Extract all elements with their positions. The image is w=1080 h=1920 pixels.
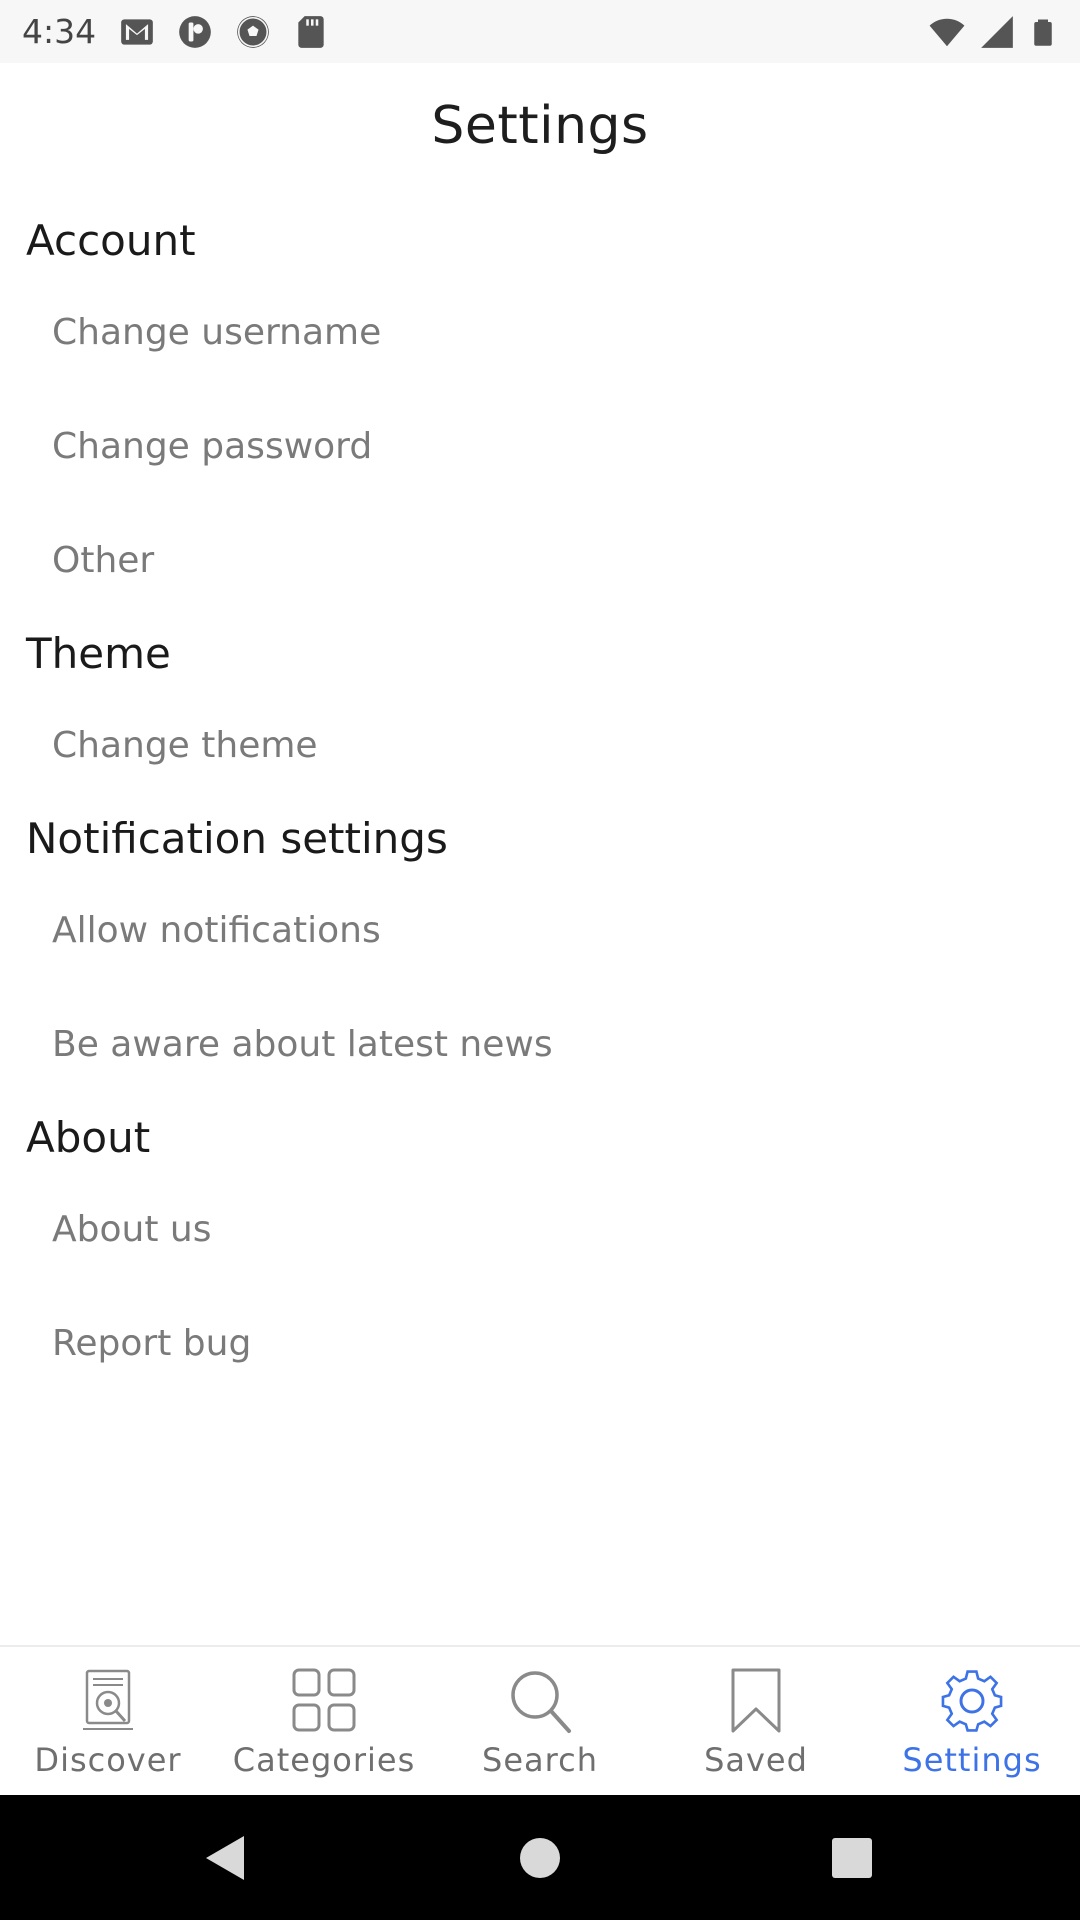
discover-icon	[83, 1669, 133, 1730]
nav-categories-label: Categories	[232, 1741, 416, 1779]
status-time: 4:34	[22, 12, 97, 51]
recents-icon[interactable]	[822, 1828, 882, 1888]
nav-discover-label: Discover	[34, 1741, 182, 1779]
nav-settings-label: Settings	[902, 1741, 1042, 1779]
battery-icon	[1034, 19, 1052, 46]
report-bug-item[interactable]: Report bug	[52, 1323, 251, 1364]
latest-news-item[interactable]: Be aware about latest news	[52, 1024, 553, 1065]
other-item[interactable]: Other	[52, 540, 154, 581]
section-title-notifications: Notification settings	[26, 814, 448, 863]
nav-search[interactable]: Search	[432, 1647, 648, 1797]
search-icon	[511, 1671, 571, 1733]
nav-settings[interactable]: Settings	[864, 1647, 1080, 1797]
change-theme-item[interactable]: Change theme	[52, 725, 318, 766]
page-title: Settings	[431, 96, 649, 156]
cell-signal-icon	[981, 16, 1013, 48]
wifi-icon	[929, 18, 965, 47]
change-password-item[interactable]: Change password	[52, 426, 372, 467]
allow-notifications-item[interactable]: Allow notifications	[52, 910, 381, 951]
nav-saved-label: Saved	[704, 1741, 808, 1779]
notification-icons	[118, 12, 330, 52]
section-title-account: Account	[26, 216, 196, 265]
sd-card-icon	[298, 16, 324, 48]
about-us-item[interactable]: About us	[52, 1209, 211, 1250]
gear-icon	[941, 1670, 1003, 1732]
section-title-about: About	[26, 1113, 151, 1162]
system-nav-bar	[0, 1795, 1080, 1920]
home-icon[interactable]	[510, 1828, 570, 1888]
nav-categories[interactable]: Categories	[216, 1647, 432, 1797]
back-icon[interactable]	[196, 1828, 256, 1888]
gmail-icon	[121, 19, 153, 45]
settings-screen: 4:34 Settings Account Change username Ch…	[0, 0, 1080, 1920]
app-icon	[179, 16, 211, 48]
bottom-nav: Discover Categories Search Saved Setting…	[0, 1645, 1080, 1795]
nav-search-label: Search	[482, 1741, 598, 1779]
nav-discover[interactable]: Discover	[0, 1647, 216, 1797]
section-title-theme: Theme	[26, 629, 171, 678]
categories-icon	[292, 1668, 356, 1732]
system-status-icons	[928, 12, 1058, 52]
nav-saved[interactable]: Saved	[648, 1647, 864, 1797]
soccer-ball-icon	[237, 16, 269, 48]
change-username-item[interactable]: Change username	[52, 312, 381, 353]
bookmark-icon	[731, 1668, 781, 1733]
status-bar: 4:34	[0, 0, 1080, 63]
